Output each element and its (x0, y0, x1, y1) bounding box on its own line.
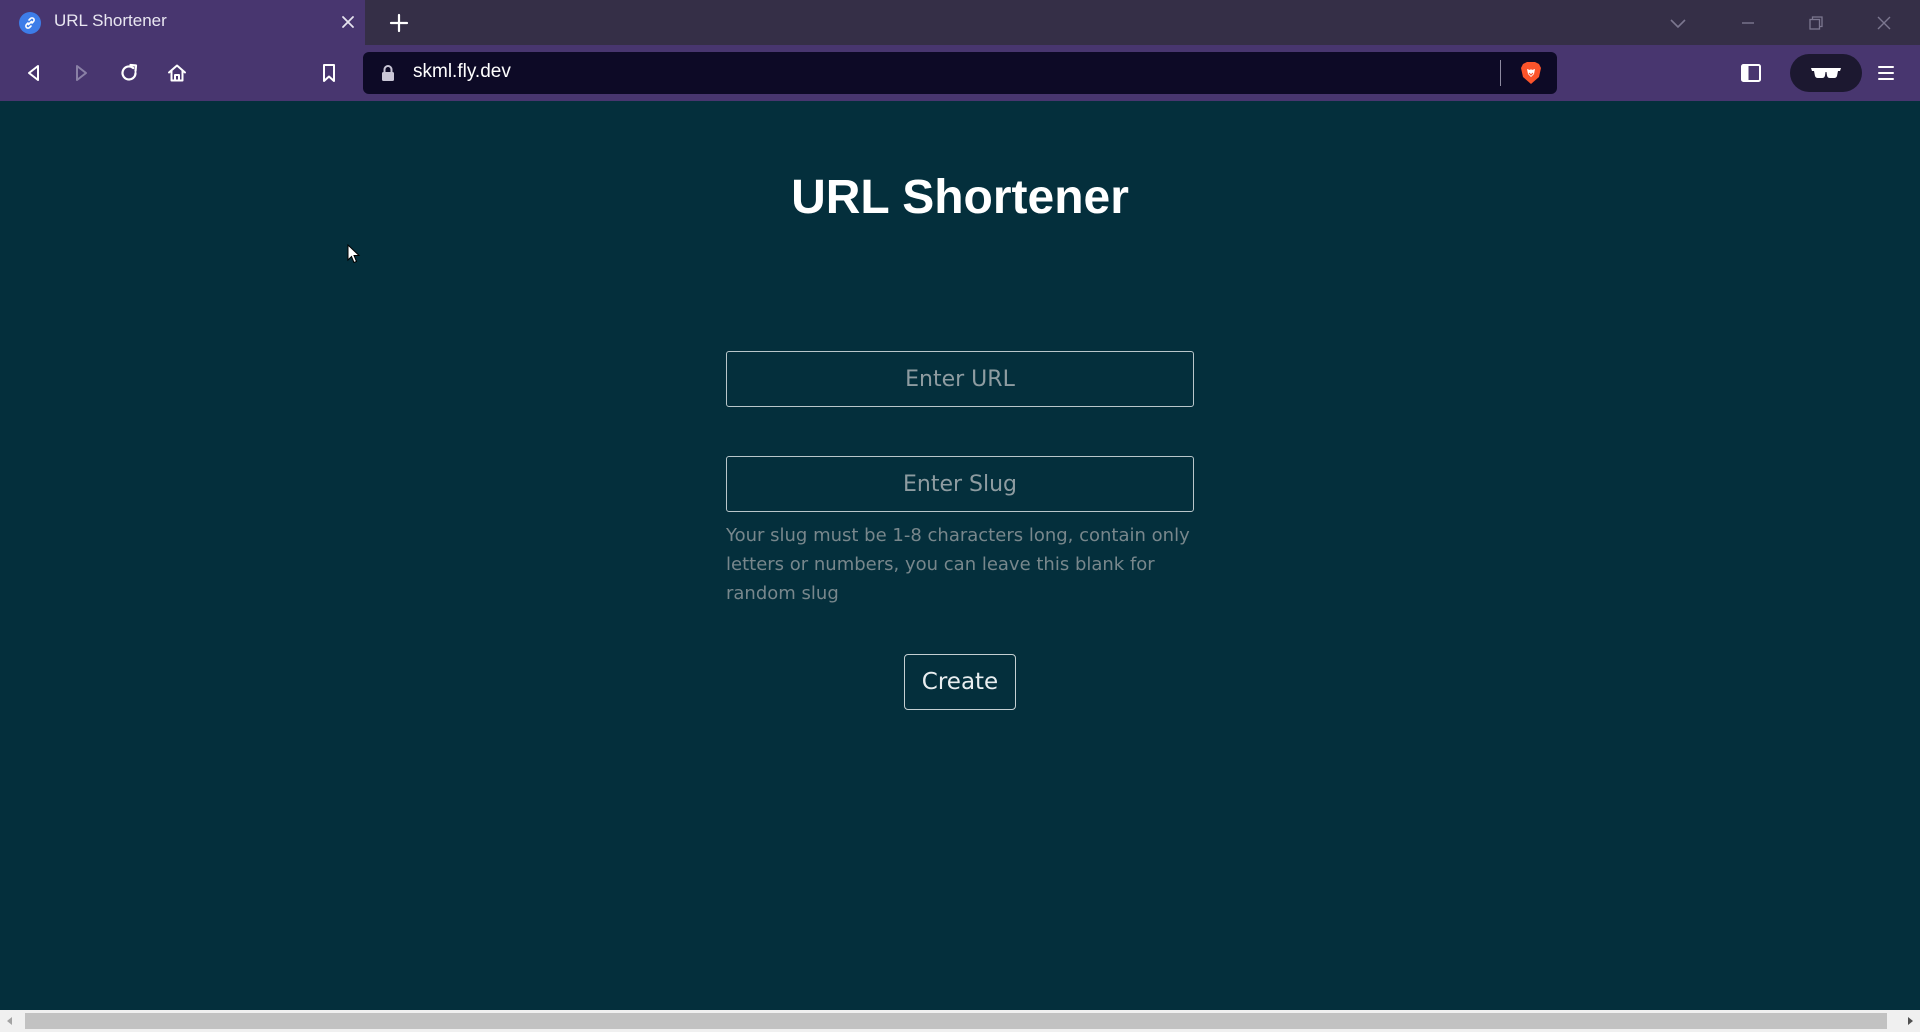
slug-help-text: Your slug must be 1-8 characters long, c… (726, 525, 1190, 604)
address-text[interactable]: skml.fly.dev (413, 61, 511, 83)
close-icon[interactable] (337, 11, 359, 33)
mouse-cursor-icon (347, 244, 361, 264)
brave-lion-icon[interactable] (1518, 60, 1544, 86)
forward-arrow-icon[interactable] (67, 59, 95, 87)
close-icon[interactable] (1871, 11, 1897, 35)
page-title: URL Shortener (791, 171, 1129, 224)
hamburger-menu-icon[interactable] (1872, 59, 1900, 87)
tab-title: URL Shortener (54, 11, 167, 30)
minimize-icon[interactable] (1735, 11, 1761, 35)
browser-tab[interactable]: URL Shortener (0, 0, 365, 45)
lock-icon (382, 65, 394, 81)
reload-icon[interactable] (115, 59, 143, 87)
chevron-down-icon[interactable] (1665, 11, 1691, 35)
browser-toolbar: skml.fly.dev (0, 45, 1920, 101)
horizontal-scrollbar[interactable] (0, 1010, 1920, 1032)
sidebar-icon[interactable] (1737, 59, 1765, 87)
slug-input[interactable] (726, 456, 1194, 512)
restore-icon[interactable] (1803, 11, 1829, 35)
address-bar[interactable]: skml.fly.dev (363, 52, 1557, 94)
scrollbar-thumb[interactable] (25, 1013, 1887, 1029)
link-icon (19, 12, 41, 34)
url-input[interactable] (726, 351, 1194, 407)
plus-icon[interactable] (386, 10, 412, 36)
vpn-button[interactable] (1790, 54, 1862, 92)
glasses-icon (1811, 68, 1841, 79)
create-button[interactable]: Create (904, 654, 1016, 710)
scroll-left-arrow-icon[interactable] (4, 1015, 16, 1027)
back-arrow-icon[interactable] (20, 59, 48, 87)
home-icon[interactable] (163, 59, 191, 87)
scroll-right-arrow-icon[interactable] (1904, 1015, 1916, 1027)
tab-strip: URL Shortener (0, 0, 1920, 45)
bookmark-icon[interactable] (315, 59, 343, 87)
address-divider (1500, 60, 1501, 86)
